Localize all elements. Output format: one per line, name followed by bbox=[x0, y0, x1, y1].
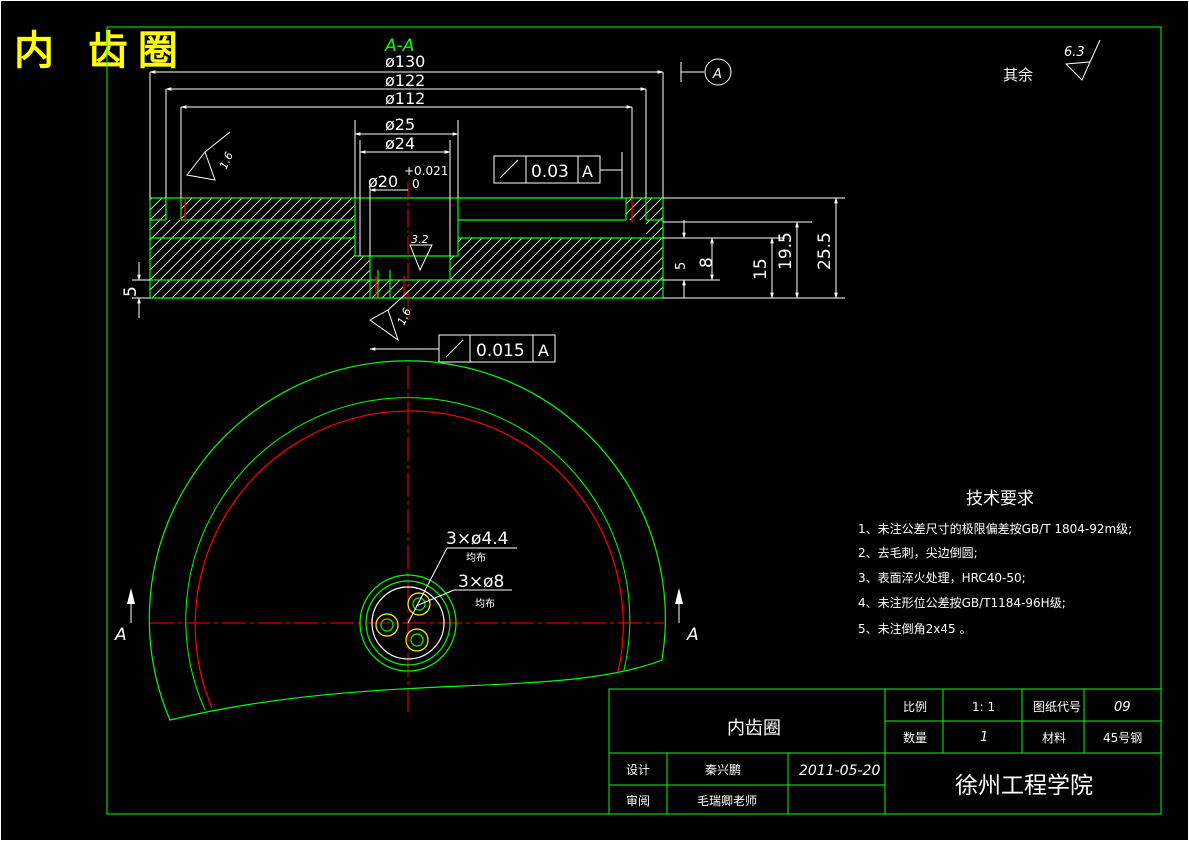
gtol1-value: 0.03 bbox=[531, 162, 569, 182]
dim-tol-upper: +0.021 bbox=[404, 164, 448, 178]
tb-drawing-no-label: 图纸代号 bbox=[1033, 700, 1081, 714]
drawing-frame bbox=[106, 26, 1162, 815]
dim-d25: ø25 bbox=[385, 115, 415, 134]
gtol2-datum: A bbox=[538, 341, 549, 360]
dim-h19-5: 19.5 bbox=[776, 232, 796, 270]
tb-design-label: 设计 bbox=[626, 763, 650, 777]
roughness-3-2: 3.2 bbox=[411, 233, 429, 246]
tb-material-value: 45号钢 bbox=[1103, 731, 1142, 745]
tb-reviewer: 毛瑞卿老师 bbox=[697, 794, 757, 808]
tb-qty-value: 1 bbox=[980, 730, 988, 745]
section-hatch-right bbox=[410, 198, 663, 298]
roughness-1-6-bottom: 1.6 bbox=[395, 306, 414, 327]
tech-req-item-1: 1、未注公差尺寸的极限偏差按GB/T 1804-92m级; bbox=[858, 521, 1132, 536]
tb-part-name: 内齿圈 bbox=[727, 718, 781, 739]
tb-scale-value: 1: 1 bbox=[972, 700, 995, 714]
gtol2-value: 0.015 bbox=[476, 341, 525, 361]
tb-material-label: 材料 bbox=[1042, 731, 1066, 745]
tb-school: 徐州工程学院 bbox=[955, 773, 1093, 799]
view-marker-left: A bbox=[114, 625, 127, 645]
dim-d112: ø112 bbox=[385, 89, 425, 108]
dim-tol-lower: 0 bbox=[412, 177, 420, 191]
hole-small-label: 3×ø4.4 bbox=[446, 529, 509, 549]
tb-review-label: 审阅 bbox=[626, 793, 650, 808]
hole-large-note: 均布 bbox=[475, 598, 495, 610]
tech-req-item-3: 3、表面淬火处理，HRC40-50; bbox=[858, 570, 1026, 585]
dim-d130: ø130 bbox=[385, 52, 425, 71]
hole-small-note: 均布 bbox=[466, 552, 486, 564]
tech-req-title: 技术要求 bbox=[966, 489, 1034, 509]
roughness-6-3: 6.3 bbox=[1064, 45, 1085, 60]
hole-large-label: 3×ø8 bbox=[458, 572, 504, 592]
tb-scale-label: 比例 bbox=[903, 700, 927, 714]
dim-h8: 8 bbox=[697, 257, 717, 268]
roughness-other-label: 其余 bbox=[1003, 66, 1033, 84]
dim-h5-right: 5 bbox=[674, 262, 689, 270]
view-marker-right: A bbox=[686, 625, 699, 645]
roughness-1-6-top: 1.6 bbox=[217, 150, 236, 171]
dim-d122: ø122 bbox=[385, 71, 425, 90]
cad-drawing: A-A ø130 ø122 ø112 ø25 ø24 ø20 +0.021 0 … bbox=[0, 0, 1189, 841]
gtol1-datum: A bbox=[582, 162, 593, 181]
dim-h25-5: 25.5 bbox=[815, 232, 835, 270]
title-block: 内齿圈 比例 1: 1 图纸代号 09 数量 1 材料 45号钢 设计 秦兴鹏 … bbox=[608, 688, 1162, 815]
sheet-border bbox=[0, 0, 1189, 841]
tech-requirements: 技术要求 1、未注公差尺寸的极限偏差按GB/T 1804-92m级; 2、去毛刺… bbox=[858, 489, 1132, 636]
tb-qty-label: 数量 bbox=[903, 730, 927, 745]
tb-designer: 秦兴鹏 bbox=[705, 763, 741, 777]
tech-req-item-4: 4、未注形位公差按GB/T1184-96H级; bbox=[858, 595, 1066, 610]
dim-h5: 5 bbox=[121, 286, 141, 297]
dim-d24: ø24 bbox=[385, 134, 415, 153]
section-view: A-A ø130 ø122 ø112 ø25 ø24 ø20 +0.021 0 … bbox=[121, 36, 1101, 363]
drawing-canvas: 内 齿圈 A-A ø130 ø122 ø112 ø25 ø24 ø20 +0.0… bbox=[0, 0, 1189, 841]
dim-d20: ø20 bbox=[368, 172, 398, 191]
tb-drawing-no-value: 09 bbox=[1114, 700, 1131, 715]
section-hatch-right-top bbox=[626, 198, 646, 220]
tech-req-item-2: 2、去毛刺，尖边倒圆; bbox=[858, 546, 978, 560]
datum-a-label: A bbox=[712, 67, 722, 82]
plan-view: 3×ø4.4 均布 3×ø8 均布 A A bbox=[114, 360, 699, 721]
tb-date: 2011-05-20 bbox=[799, 763, 880, 779]
section-hatch-flange-left bbox=[150, 238, 403, 298]
tech-req-item-5: 5、未注倒角2x45 。 bbox=[858, 621, 971, 636]
dim-h15: 15 bbox=[751, 258, 771, 280]
